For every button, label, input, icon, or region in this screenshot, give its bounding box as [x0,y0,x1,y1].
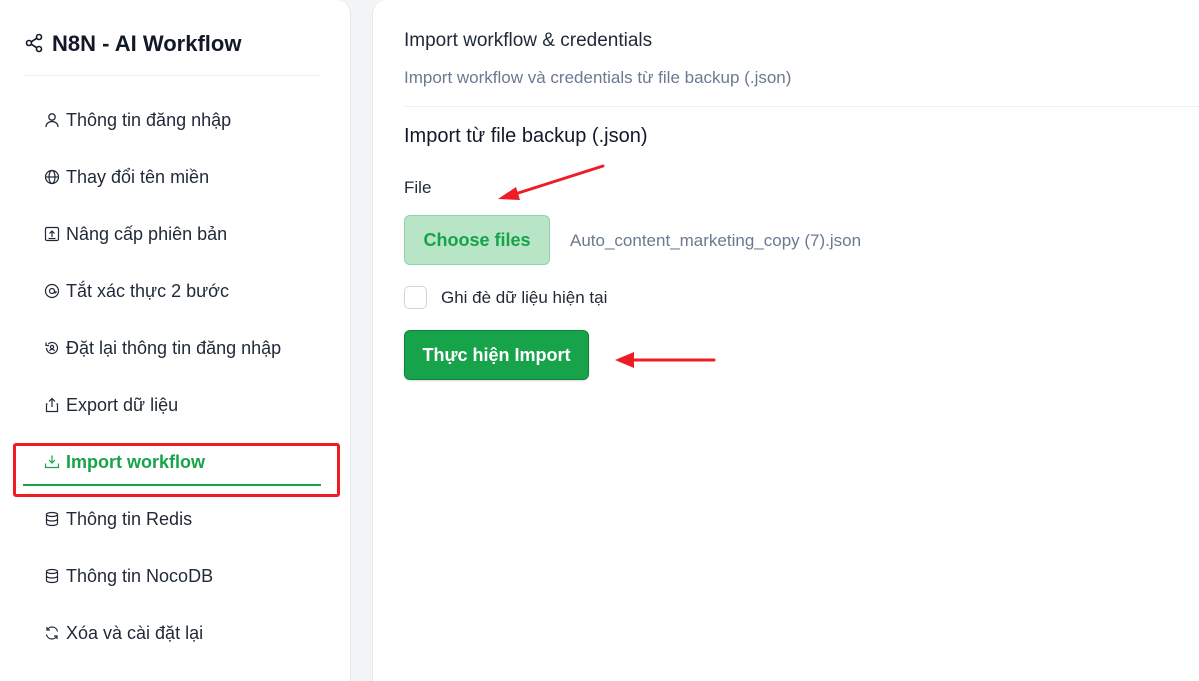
sidebar: N8N - AI Workflow Thông tin đăng nhập Th… [0,0,351,681]
import-icon [44,455,60,469]
refresh-icon [45,626,59,640]
main-panel: Import workflow & credentials Import wor… [372,0,1199,681]
sidebar-item-label: Import workflow [66,451,205,472]
sidebar-item-import-workflow[interactable]: Import workflow [44,449,205,475]
upgrade-icon [44,226,60,242]
sidebar-item-nocodb[interactable]: Thông tin NocoDB [44,563,213,589]
selected-file-name: Auto_content_marketing_copy (7).json [570,231,862,250]
database-icon [45,511,59,527]
user-icon [45,113,59,128]
sidebar-item-upgrade[interactable]: Nâng cấp phiên bản [44,221,227,247]
sidebar-item-label: Thông tin Redis [66,508,193,529]
sidebar-item-disable-2fa[interactable]: Tắt xác thực 2 bước [44,278,229,304]
share-icon [25,33,43,53]
file-label: File [404,178,432,197]
import-button[interactable]: Thực hiện Import [404,330,589,380]
sidebar-item-label: Nâng cấp phiên bản [66,223,228,244]
sidebar-item-label: Thông tin NocoDB [66,565,214,586]
export-icon [45,397,59,413]
brand-title: N8N - AI Workflow [52,31,242,56]
sidebar-item-label: Đặt lại thông tin đăng nhập [66,337,282,358]
reset-icon [45,341,59,355]
sidebar-item-export[interactable]: Export dữ liệu [44,392,178,418]
sidebar-item-redis[interactable]: Thông tin Redis [44,506,192,532]
sidebar-item-reset-login[interactable]: Đặt lại thông tin đăng nhập [44,335,281,361]
page-title: Import workflow & credentials [404,30,653,51]
database-icon [45,568,59,584]
globe-icon [44,169,60,185]
page-subtitle: Import workflow và credentials từ file b… [404,68,792,87]
sidebar-item-change-domain[interactable]: Thay đổi tên miền [44,164,209,190]
overwrite-checkbox[interactable] [404,286,427,309]
active-indicator [23,484,321,486]
brand: N8N - AI Workflow [24,30,320,76]
overwrite-label: Ghi đè dữ liệu hiện tại [441,288,608,307]
divider [404,106,1199,107]
sidebar-item-label: Xóa và cài đặt lại [66,622,204,643]
choose-files-button[interactable]: Choose files [404,215,550,265]
sidebar-item-label: Thay đổi tên miền [66,166,210,187]
sidebar-item-label: Tắt xác thực 2 bước [66,280,229,301]
sidebar-item-reinstall[interactable]: Xóa và cài đặt lại [44,620,203,646]
at-icon [44,283,60,299]
sidebar-item-label: Thông tin đăng nhập [66,109,232,130]
section-title: Import từ file backup (.json) [404,125,648,147]
sidebar-item-login-info[interactable]: Thông tin đăng nhập [44,107,231,133]
sidebar-item-label: Export dữ liệu [66,394,179,415]
